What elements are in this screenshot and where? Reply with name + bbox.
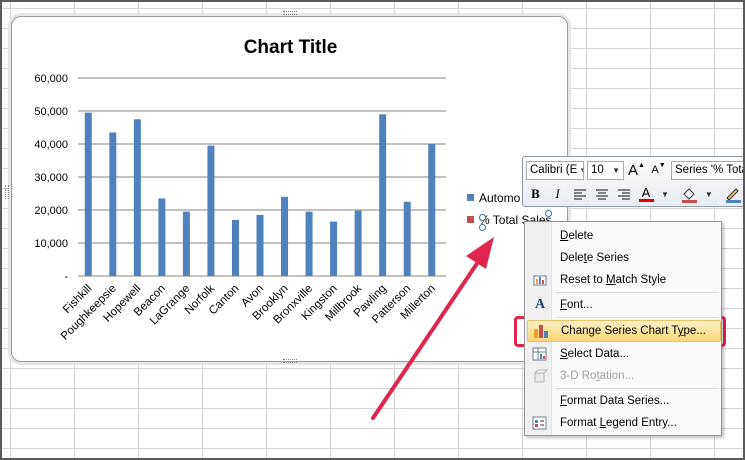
arrow-shaft: [371, 260, 480, 420]
arrow-head: [466, 237, 494, 269]
annotation-arrow: [371, 237, 494, 420]
